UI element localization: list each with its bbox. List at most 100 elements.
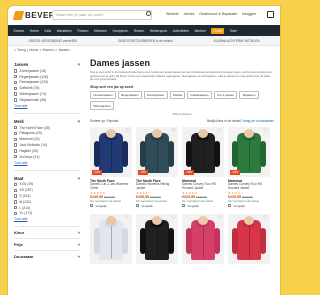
product-name[interactable]: Dames Womens Hiking Jacket bbox=[136, 182, 178, 191]
nav-item-outlet[interactable]: Outlet bbox=[211, 27, 225, 34]
category-chip[interactable]: Parkas bbox=[169, 90, 186, 100]
checkbox[interactable] bbox=[14, 125, 18, 130]
search-icon[interactable] bbox=[146, 11, 151, 16]
product-image[interactable]: ♡ -18% bbox=[182, 126, 224, 177]
nav-item-reizen[interactable]: Reizen bbox=[134, 29, 145, 33]
compare-toggle[interactable]: Vergelijk bbox=[90, 204, 132, 208]
nav-item-wandelen[interactable]: Wandelen bbox=[57, 29, 72, 33]
checkbox[interactable] bbox=[136, 203, 140, 208]
show-all-link[interactable]: Toon alle bbox=[14, 217, 80, 221]
conditions-link[interactable]: Vraag de voorwaarden bbox=[242, 119, 274, 123]
nav-item-wintersport[interactable]: Wintersport bbox=[150, 29, 167, 33]
checkbox[interactable] bbox=[14, 200, 18, 204]
jacket-zip bbox=[156, 225, 158, 258]
nav-item-dames[interactable]: Dames bbox=[14, 29, 25, 33]
nav-item-klimmen[interactable]: Klimmen bbox=[94, 29, 107, 33]
heart-icon[interactable]: ♡ bbox=[125, 215, 130, 221]
checkbox[interactable] bbox=[14, 194, 18, 198]
category-chip[interactable]: Regenjassen bbox=[117, 90, 142, 100]
checkbox[interactable] bbox=[14, 205, 18, 210]
link-advies[interactable]: Advies bbox=[184, 12, 195, 16]
product-card[interactable]: ♡ -15% The North Face Dames Womens Hiking J… bbox=[136, 126, 178, 208]
product-card[interactable]: ♡ -18% Mammut Dames Convey Tour HS Hooded J… bbox=[182, 126, 224, 208]
checkbox[interactable] bbox=[14, 98, 18, 102]
link-onderhoud[interactable]: Onderhoud & Reparatie bbox=[199, 12, 237, 16]
search-input[interactable]: Waar ben je naar op zoek? bbox=[52, 10, 152, 20]
product-image[interactable]: ♡ -18% bbox=[228, 126, 270, 177]
nav-item-activiteiten[interactable]: Activiteiten bbox=[173, 29, 189, 33]
product-card[interactable]: ♡ -20% The North Face Dames 3-in-1 Jas Wome… bbox=[90, 126, 132, 208]
product-name[interactable]: Dames Convey Tour HS Hooded Jacket bbox=[182, 182, 224, 191]
checkbox[interactable] bbox=[14, 182, 18, 187]
heart-icon[interactable]: ♡ bbox=[263, 128, 268, 134]
nav-item-fietsen[interactable]: Fietsen bbox=[77, 29, 88, 33]
product-image[interactable]: ♡ bbox=[182, 213, 224, 264]
heart-icon[interactable]: ♡ bbox=[171, 215, 176, 221]
product-name[interactable]: Dames Convey Tour HS Hooded Jacket bbox=[228, 182, 270, 191]
checkbox[interactable] bbox=[14, 92, 18, 96]
filter-duurzaam[interactable]: Duurzaam ˅ bbox=[14, 250, 80, 262]
product-image[interactable]: ♡ bbox=[228, 213, 270, 264]
category-chip[interactable]: Isolatiejassen bbox=[187, 90, 212, 100]
show-all-link[interactable]: Toon alle bbox=[14, 161, 80, 165]
checkbox[interactable] bbox=[14, 211, 18, 216]
checkbox[interactable] bbox=[182, 203, 186, 208]
product-name[interactable]: Dames 3-in-1 Jas Womens Climb bbox=[90, 182, 132, 191]
show-all-link[interactable]: Toon alle bbox=[14, 104, 80, 108]
heart-icon[interactable]: ♡ bbox=[263, 215, 268, 221]
heart-icon[interactable]: ♡ bbox=[217, 128, 222, 134]
filter-option[interactable]: XL (172) bbox=[14, 211, 80, 217]
filter-option[interactable]: Skijassen/ski (36) bbox=[14, 97, 80, 103]
filter-option[interactable]: Arc'teryx (21) bbox=[14, 154, 80, 160]
checkbox[interactable] bbox=[14, 188, 18, 192]
product-card[interactable]: ♡ bbox=[136, 213, 178, 264]
checkbox[interactable] bbox=[14, 137, 18, 141]
product-card[interactable]: ♡ bbox=[228, 213, 270, 264]
product-image[interactable]: ♡ bbox=[90, 213, 132, 264]
checkbox[interactable] bbox=[14, 75, 18, 79]
checkbox[interactable] bbox=[14, 143, 18, 147]
product-card[interactable]: ♡ bbox=[90, 213, 132, 264]
checkbox[interactable] bbox=[14, 154, 18, 159]
product-image[interactable]: ♡ bbox=[136, 213, 178, 264]
jacket-arm bbox=[186, 140, 192, 167]
product-image[interactable]: ♡ -20% bbox=[90, 126, 132, 177]
compare-toggle[interactable]: Vergelijk bbox=[182, 204, 224, 208]
filter-prijs[interactable]: Prijs ˅ bbox=[14, 238, 80, 250]
cart-icon[interactable] bbox=[267, 11, 274, 18]
bever-logo[interactable]: BEVER bbox=[12, 10, 55, 20]
checkbox[interactable] bbox=[14, 80, 18, 85]
link-inloggen[interactable]: Inloggen bbox=[242, 12, 256, 16]
checkbox[interactable] bbox=[90, 203, 94, 208]
checkbox[interactable] bbox=[14, 69, 18, 73]
checkbox[interactable] bbox=[14, 86, 18, 90]
nav-item-heren[interactable]: Heren bbox=[30, 29, 39, 33]
product-card[interactable]: ♡ bbox=[182, 213, 224, 264]
checkbox[interactable] bbox=[228, 203, 232, 208]
heart-icon[interactable]: ♡ bbox=[125, 128, 130, 134]
category-chip[interactable]: Zomerjassen bbox=[143, 90, 168, 100]
category-chip[interactable]: Outdoorjassen bbox=[90, 90, 116, 100]
filter-maat-header[interactable]: Maat ˄ bbox=[14, 175, 80, 182]
compare-toggle[interactable]: Vergelijk bbox=[228, 204, 270, 208]
compare-toggle[interactable]: Vergelijk bbox=[136, 204, 178, 208]
product-card[interactable]: ♡ -18% Mammut Dames Convey Tour HS Hooded J… bbox=[228, 126, 270, 208]
category-chip[interactable]: Skijassen bbox=[239, 90, 259, 100]
product-image[interactable]: ♡ -15% bbox=[136, 126, 178, 177]
checkbox[interactable] bbox=[14, 149, 18, 153]
category-chip[interactable]: 3-in-1 jassen bbox=[213, 90, 238, 100]
breadcrumb[interactable]: < Terug | Home > Dames > Jassen bbox=[14, 48, 70, 52]
heart-icon[interactable]: ♡ bbox=[217, 215, 222, 221]
nav-item-merken[interactable]: Merken bbox=[195, 29, 206, 33]
nav-item-kids[interactable]: Kids bbox=[45, 29, 52, 33]
sort-select[interactable]: Sorteer op: Populair bbox=[90, 119, 118, 123]
category-chip[interactable]: Winterjassen bbox=[90, 101, 114, 110]
checkbox[interactable] bbox=[14, 131, 18, 136]
filter-merk-header[interactable]: Merk ˄ bbox=[14, 118, 80, 125]
nav-item-sale[interactable]: Sale bbox=[230, 29, 237, 33]
filter-jassen-header[interactable]: Jassen ˄ bbox=[14, 61, 80, 68]
nav-item-kamperen[interactable]: Kamperen bbox=[113, 29, 129, 33]
link-winkels[interactable]: Winkels bbox=[166, 12, 179, 16]
filter-kleur[interactable]: Kleur ˅ bbox=[14, 226, 80, 238]
heart-icon[interactable]: ♡ bbox=[171, 128, 176, 134]
